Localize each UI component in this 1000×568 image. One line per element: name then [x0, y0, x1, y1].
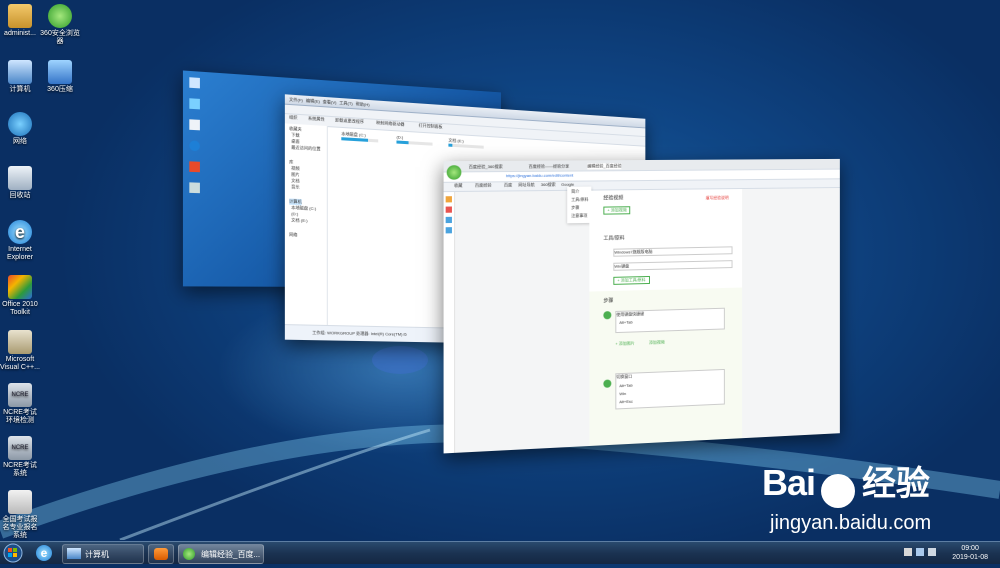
360-browser-icon[interactable]: 360安全浏览器 [40, 4, 80, 46]
drive-e-usage-bar [448, 143, 484, 149]
uninstall-button[interactable]: 卸载或更改程序 [335, 117, 364, 125]
ie-pinned-icon[interactable]: e [36, 545, 52, 561]
clock[interactable]: 09:00 2019-01-08 [952, 544, 988, 562]
step-number-1 [603, 311, 612, 320]
bookmark-3[interactable]: 网址导航 [518, 182, 534, 188]
add-video-button[interactable]: + 添加视频 [603, 206, 631, 215]
tab-360-search[interactable]: 百度经验_360搜索 [469, 164, 503, 170]
watermark-brand2: 经验 [861, 465, 930, 503]
clock-date: 2019-01-08 [952, 554, 988, 561]
explorer-nav-pane: 收藏夹 下载 桌面 最近访问的位置 库 视频 图片 文档 音乐 计算机 本地磁盘… [284, 123, 328, 333]
tray-network-icon[interactable] [916, 548, 924, 556]
ncre-check-icon[interactable]: NCRE NCRE考试环境检测 [0, 383, 40, 425]
tray-flag-icon[interactable] [904, 548, 912, 556]
watermark-url: jingyan.baidu.com [770, 512, 932, 534]
steps-section: 步骤 使用键盘快捷键 Alt+Tab + 添加图片 添加视频 切换窗口 Alt+… [589, 287, 743, 446]
control-panel-button[interactable]: 打开控制面板 [419, 123, 443, 131]
tray-icons [904, 548, 940, 558]
paw-icon [821, 473, 856, 508]
nav-drive-e[interactable]: 文档 (E:) [291, 217, 307, 224]
drive-c-usage-bar [341, 137, 379, 143]
recycle-bin-icon[interactable]: 回收站 [0, 166, 40, 200]
taskbar-media-button[interactable] [148, 544, 174, 564]
clock-time: 09:00 [961, 545, 979, 552]
360-browser-icon [183, 548, 195, 560]
taskbar-browser-button[interactable]: 编辑经验_百度... [178, 544, 264, 564]
section-tools-title: 工具/原料 [603, 235, 625, 242]
outline-notes[interactable]: 注意事项 [571, 213, 587, 219]
nav-music[interactable]: 音乐 [291, 184, 299, 191]
start-button[interactable] [2, 543, 24, 563]
organize-button[interactable]: 组织 [289, 114, 297, 121]
editor-content: 经验视频 + 添加视频 工具/原料 Windows7旗舰版电脑 Win键盘 + … [589, 189, 743, 446]
tool-item-input[interactable]: Windows7旗舰版电脑 [613, 246, 733, 257]
edit-outline-menu: 简介 工具/原料 步骤 注意事项 [567, 186, 592, 224]
report-link[interactable]: 填写经验说明 [706, 195, 729, 201]
drive-d-usage-bar [396, 140, 433, 146]
exam-signup-icon[interactable]: 全国考试报名专业报名系统 [0, 490, 40, 540]
windows-orb-icon [3, 543, 23, 563]
add-image-button[interactable]: + 添加图片 [615, 340, 634, 347]
visual-cpp-icon[interactable]: Microsoft Visual C++... [0, 330, 40, 372]
bookmark-0[interactable]: 收藏 [454, 183, 462, 189]
baidu-watermark: Bai 经验 jingyan.baidu.com [762, 456, 931, 535]
bookmark-2[interactable]: 百度 [504, 182, 512, 188]
explorer-icon [67, 548, 81, 559]
ncre-exam-icon[interactable]: NCRE NCRE考试系统 [0, 436, 40, 478]
system-props-button[interactable]: 系统属性 [308, 116, 325, 123]
nav-recent[interactable]: 最近访问的位置 [291, 145, 320, 153]
media-player-icon [154, 548, 168, 560]
network-icon[interactable]: 网络 [0, 112, 40, 146]
outline-intro[interactable]: 简介 [571, 189, 579, 195]
step-number-2 [603, 379, 612, 388]
bookmark-1[interactable]: 百度经验 [475, 182, 492, 188]
tab-baidu-jingyan[interactable]: 百度经验——经验分享 [529, 163, 570, 169]
outline-steps[interactable]: 步骤 [571, 205, 579, 211]
outline-tools[interactable]: 工具/原料 [571, 197, 588, 203]
browser-sidebar [443, 192, 456, 454]
ie-icon[interactable]: e Internet Explorer [0, 220, 40, 262]
tool-item-input[interactable]: Win键盘 [613, 260, 733, 271]
nav-drive-d[interactable]: (D:) [291, 211, 298, 216]
bookmark-4[interactable]: 360搜索 [541, 182, 556, 188]
map-drive-button[interactable]: 映射网络驱动器 [376, 120, 404, 128]
360-zip-icon[interactable]: 360压缩 [40, 60, 80, 94]
office-toolkit-icon[interactable]: Office 2010 Toolkit [0, 275, 40, 317]
add-step-video-button[interactable]: 添加视频 [649, 339, 665, 346]
tray-volume-icon[interactable] [928, 548, 936, 556]
taskbar: e 计算机 编辑经验_百度... 09:00 2019-01-08 [0, 541, 1000, 564]
add-tool-button[interactable]: + 添加工具/原料 [613, 275, 650, 285]
computer-icon[interactable]: 计算机 [0, 60, 40, 94]
window-browser[interactable]: 百度经验_360搜索 百度经验——经验分享 编辑经验_百度经验 https://… [443, 158, 840, 454]
section-video-title: 经验视频 [603, 195, 624, 202]
browser-logo-icon[interactable] [446, 165, 462, 180]
tab-edit-jingyan[interactable]: 编辑经验_百度经验 [587, 163, 622, 170]
taskbar-explorer-button[interactable]: 计算机 [62, 544, 144, 564]
nav-network[interactable]: 网络 [289, 232, 297, 239]
user-folder-icon[interactable]: administ... [0, 4, 40, 38]
watermark-brand: Bai [762, 462, 816, 503]
